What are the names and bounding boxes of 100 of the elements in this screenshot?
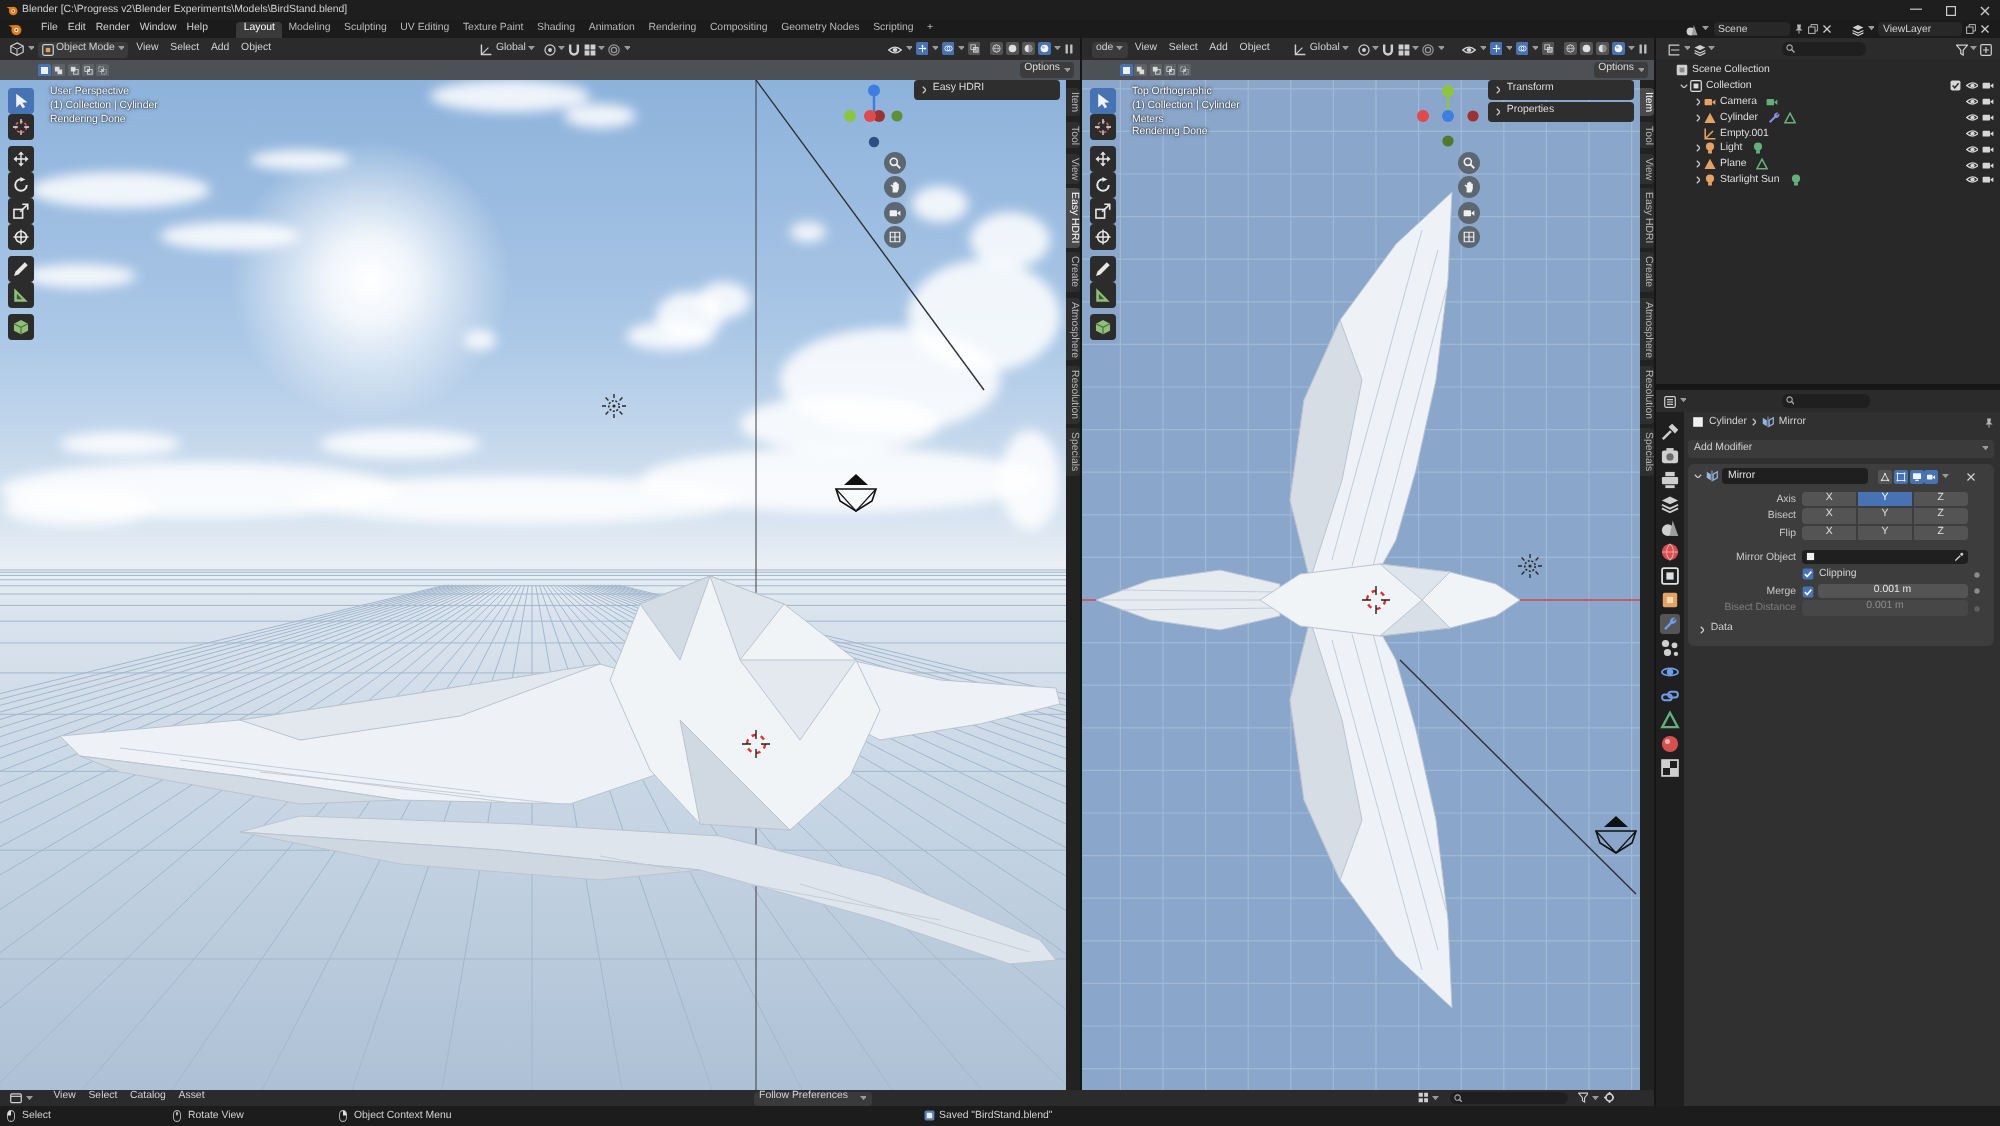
pan-hand-icon[interactable] xyxy=(884,176,906,198)
orbit-icon[interactable] xyxy=(1660,662,1680,682)
wireframe-sphere-icon[interactable] xyxy=(990,42,1003,56)
solid-sphere-icon[interactable] xyxy=(1580,42,1593,56)
axis-arrows-icon[interactable] xyxy=(915,42,928,56)
filter-icon[interactable] xyxy=(1577,1092,1589,1104)
four-squares-icon[interactable] xyxy=(1417,1092,1429,1104)
select-invert-icon[interactable] xyxy=(81,63,95,77)
material-sphere-icon[interactable] xyxy=(1022,42,1035,56)
pan-hand-icon[interactable] xyxy=(1458,176,1480,198)
grid-icon[interactable] xyxy=(1397,43,1410,55)
select-new-icon[interactable] xyxy=(1120,63,1133,77)
camera-icon[interactable] xyxy=(1924,469,1939,483)
solid-sphere-icon[interactable] xyxy=(1006,42,1019,56)
move-arrows-icon[interactable] xyxy=(8,146,34,172)
duplicate-icon[interactable] xyxy=(1807,24,1817,34)
grid-view-icon[interactable] xyxy=(1458,226,1480,248)
axis-arrows-icon[interactable] xyxy=(1489,42,1502,56)
navigation-gizmo-icon[interactable] xyxy=(842,84,906,148)
crosshair-icon[interactable] xyxy=(1090,114,1116,140)
triangle-outline-icon[interactable] xyxy=(1756,158,1769,171)
dot-icon[interactable] xyxy=(1973,571,1979,577)
sphere-cone-icon[interactable] xyxy=(1660,518,1680,538)
select-new-icon[interactable] xyxy=(38,63,51,77)
pencil-icon[interactable] xyxy=(8,256,34,282)
ruler-icon[interactable] xyxy=(1090,282,1116,308)
select-intersect-icon[interactable] xyxy=(96,63,110,77)
dot-icon[interactable] xyxy=(1973,605,1979,611)
magnet-icon[interactable] xyxy=(568,43,581,55)
overlapping-circles-icon[interactable] xyxy=(941,42,954,56)
checkbox-checked-icon[interactable] xyxy=(1802,585,1814,597)
cube-outline-icon[interactable] xyxy=(10,42,24,56)
camera-icon[interactable] xyxy=(1982,95,1994,107)
dot-in-circle-icon[interactable] xyxy=(1357,43,1370,55)
pause-icon[interactable] xyxy=(1064,44,1074,54)
camera-view-icon[interactable] xyxy=(884,201,906,223)
camera-view-icon[interactable] xyxy=(1458,201,1480,223)
eye-icon[interactable] xyxy=(1965,127,1978,139)
camera-icon[interactable] xyxy=(1982,143,1994,155)
circle-cross-icon[interactable] xyxy=(8,224,34,250)
bulb-icon[interactable] xyxy=(1752,142,1765,155)
checkbox-checked-icon[interactable] xyxy=(1802,568,1814,580)
camera-icon[interactable] xyxy=(1982,80,1994,92)
grid-view-icon[interactable] xyxy=(884,226,906,248)
pin-icon[interactable] xyxy=(1984,417,1994,427)
concentric-circles-icon[interactable] xyxy=(608,43,621,55)
ruler-icon[interactable] xyxy=(8,282,34,308)
chevron-down-icon[interactable] xyxy=(1694,473,1702,479)
rendered-sphere-icon[interactable] xyxy=(1612,42,1625,56)
window-icon[interactable] xyxy=(10,1092,22,1104)
chevron-right-icon[interactable] xyxy=(1695,97,1701,106)
eye-icon[interactable] xyxy=(1965,159,1978,171)
camera-icon[interactable] xyxy=(1982,111,1994,123)
zoom-icon[interactable] xyxy=(1458,151,1480,173)
eye-icon[interactable] xyxy=(1965,80,1978,92)
globe-icon[interactable] xyxy=(1660,542,1680,562)
overlapping-squares-icon[interactable] xyxy=(967,42,980,56)
dot-icon[interactable] xyxy=(1973,588,1979,594)
eye-icon[interactable] xyxy=(1965,111,1978,123)
move-arrows-icon[interactable] xyxy=(1090,146,1116,172)
search-field[interactable] xyxy=(1781,394,1869,408)
close-icon[interactable] xyxy=(1980,5,1990,15)
concentric-circles-icon[interactable] xyxy=(1422,43,1435,55)
camera-icon[interactable] xyxy=(1766,95,1779,108)
eye-icon[interactable] xyxy=(888,43,902,55)
magnet-icon[interactable] xyxy=(1382,43,1395,55)
photo-camera-icon[interactable] xyxy=(1660,446,1680,466)
blender-logo-icon[interactable] xyxy=(8,22,22,36)
sphere-cone-icon[interactable] xyxy=(1686,23,1698,35)
square-icon[interactable] xyxy=(1660,590,1680,610)
select-extend-icon[interactable] xyxy=(52,63,66,77)
layers-icon[interactable] xyxy=(1851,23,1863,35)
camera-icon[interactable] xyxy=(1982,127,1994,139)
hammer-icon[interactable] xyxy=(1660,422,1680,442)
search-field[interactable] xyxy=(1782,42,1866,56)
scale-icon[interactable] xyxy=(1090,198,1116,224)
triangle-outline-icon[interactable] xyxy=(1784,111,1797,124)
chevron-right-icon[interactable] xyxy=(1695,176,1701,185)
arrow-cursor-icon[interactable] xyxy=(8,88,34,114)
dot-in-circle-icon[interactable] xyxy=(543,43,556,55)
cube-icon[interactable] xyxy=(1090,314,1116,340)
pin-icon[interactable] xyxy=(1793,24,1803,34)
select-invert-icon[interactable] xyxy=(1163,63,1177,77)
rotate-icon[interactable] xyxy=(1090,172,1116,198)
particles-icon[interactable] xyxy=(1660,638,1680,658)
chain-link-icon[interactable] xyxy=(1660,686,1680,706)
maximize-icon[interactable] xyxy=(1946,5,1956,15)
navigation-gizmo-icon[interactable] xyxy=(1416,84,1480,148)
wireframe-sphere-icon[interactable] xyxy=(1564,42,1577,56)
checker-texture-icon[interactable] xyxy=(1660,758,1680,778)
select-intersect-icon[interactable] xyxy=(1178,63,1192,77)
bulb-icon[interactable] xyxy=(1789,174,1802,187)
select-subtract-icon[interactable] xyxy=(67,63,81,77)
filter-icon[interactable] xyxy=(1955,43,1967,55)
eye-icon[interactable] xyxy=(1965,143,1978,155)
chevron-right-icon[interactable] xyxy=(1695,160,1701,169)
select-extend-icon[interactable] xyxy=(1134,63,1148,77)
vertex-triangle-icon[interactable] xyxy=(1878,469,1892,483)
printer-icon[interactable] xyxy=(1660,470,1680,490)
rotate-icon[interactable] xyxy=(8,172,34,198)
